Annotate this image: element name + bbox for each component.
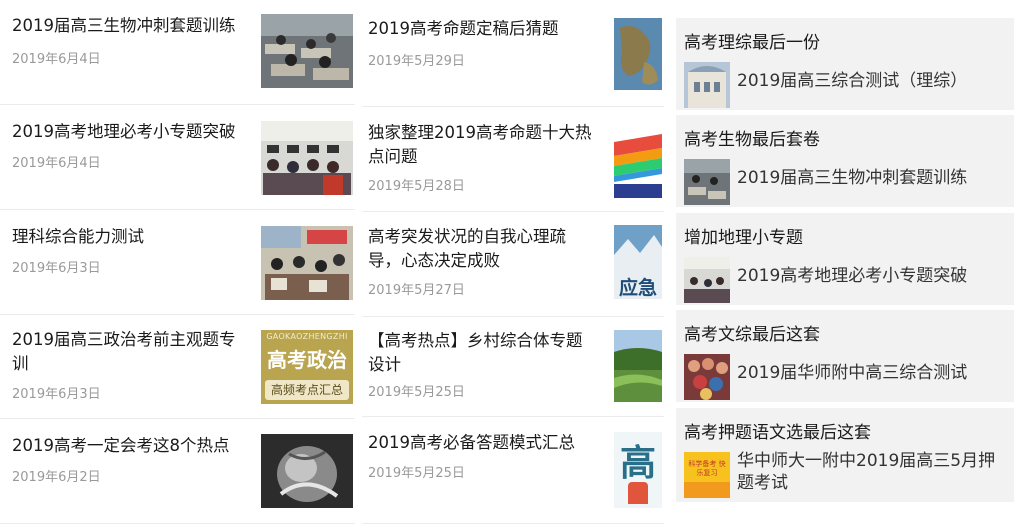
article-date: 2019年6月4日 (12, 52, 101, 67)
banner-top-text: GAOKAOZHENGZHI (266, 332, 348, 341)
card-title: 高考文综最后这套 (684, 325, 820, 345)
article-thumbnail (261, 14, 353, 88)
article-date: 2019年5月25日 (368, 466, 465, 481)
article-date: 2019年5月29日 (368, 54, 465, 69)
card-thumbnail: 科学备考 快乐复习 (684, 452, 730, 498)
card-subtitle: 2019届华师附中高三综合测试 (737, 363, 968, 383)
card-subtitle: 2019高考地理必考小专题突破 (737, 266, 968, 286)
card-subtitle: 华中师大一附中2019届高三5月押题考试 (737, 451, 996, 493)
article-item[interactable]: 2019届高三政治考前主观题专训 2019年6月3日 GAOKAOZHENGZH… (0, 316, 355, 419)
article-item[interactable]: 2019高考地理必考小专题突破 2019年6月4日 (0, 106, 355, 210)
article-thumbnail (261, 434, 353, 508)
card-subtitle: 2019届高三生物冲刺套题训练 (737, 168, 968, 188)
card-title: 高考生物最后套卷 (684, 130, 820, 150)
article-title: 理科综合能力测试 (12, 227, 144, 246)
article-title: 2019高考一定会考这8个热点 (12, 436, 230, 455)
article-title: 【高考热点】乡村综合体专题设计 (368, 331, 583, 374)
featured-cards: 高考理综最后一份 2019届高三综合测试（理综） 高考生物最后套卷 2019届高… (676, 12, 1016, 512)
emergency-thumbnail: 应急 (614, 225, 662, 299)
article-date: 2019年6月3日 (12, 387, 101, 402)
article-list-left: 2019届高三生物冲刺套题训练 2019年6月4日 2019高考地理必考小专题突… (0, 0, 355, 524)
article-item[interactable]: 2019高考必备答题模式汇总 2019年5月25日 高 (362, 418, 664, 524)
card-thumbnail (684, 62, 730, 108)
landscape-thumbnail (614, 330, 662, 402)
featured-card[interactable]: 高考生物最后套卷 2019届高三生物冲刺套题训练 (676, 115, 1014, 207)
featured-card[interactable]: 高考文综最后这套 2019届华师附中高三综合测试 (676, 310, 1014, 402)
emergency-text: 应急 (618, 277, 657, 299)
article-item[interactable]: 理科综合能力测试 2019年6月3日 (0, 211, 355, 315)
article-list-middle: 2019高考命题定稿后猜题 2019年5月29日 独家整理2019高考命题十大热… (362, 0, 664, 524)
article-thumbnail (261, 121, 353, 195)
article-date: 2019年6月2日 (12, 470, 101, 485)
article-title: 2019高考必备答题模式汇总 (368, 433, 575, 452)
article-item[interactable]: 【高考热点】乡村综合体专题设计 2019年5月25日 (362, 318, 664, 417)
card-title: 高考理综最后一份 (684, 33, 820, 53)
article-item[interactable]: 2019高考命题定稿后猜题 2019年5月29日 (362, 0, 664, 107)
card-thumbnail (684, 257, 730, 303)
featured-card[interactable]: 高考理综最后一份 2019届高三综合测试（理综） (676, 18, 1014, 110)
card-subtitle: 2019届高三综合测试（理综） (737, 71, 968, 91)
gao-thumbnail: 高 (614, 432, 662, 508)
article-date: 2019年5月25日 (368, 385, 465, 400)
article-title: 2019高考命题定稿后猜题 (368, 19, 559, 38)
article-item[interactable]: 2019届高三生物冲刺套题训练 2019年6月4日 (0, 0, 355, 105)
article-date: 2019年6月3日 (12, 261, 101, 276)
politics-banner-thumbnail: GAOKAOZHENGZHI 高考政治 高频考点汇总 (261, 330, 353, 404)
article-item[interactable]: 独家整理2019高考命题十大热点问题 2019年5月28日 (362, 108, 664, 212)
article-title: 2019高考地理必考小专题突破 (12, 122, 236, 141)
globe-thumbnail (614, 18, 662, 90)
article-title: 高考突发状况的自我心理疏导，心态决定成败 (368, 227, 566, 270)
card-thumbnail (684, 354, 730, 400)
gao-character: 高 (619, 443, 656, 484)
article-item[interactable]: 高考突发状况的自我心理疏导，心态决定成败 2019年5月27日 应急 (362, 213, 664, 317)
book-cover-text: 科学备考 快乐复习 (688, 460, 726, 477)
card-title: 增加地理小专题 (684, 228, 803, 248)
banner-main-text: 高考政治 (267, 348, 347, 372)
banner-sub-text: 高频考点汇总 (265, 380, 349, 400)
article-date: 2019年6月4日 (12, 156, 101, 171)
article-title: 2019届高三政治考前主观题专训 (12, 330, 236, 373)
article-date: 2019年5月28日 (368, 179, 465, 194)
featured-card[interactable]: 高考押题语文选最后这套 科学备考 快乐复习 华中师大一附中2019届高三5月押题… (676, 408, 1014, 502)
card-title: 高考押题语文选最后这套 (684, 423, 871, 443)
article-thumbnail (261, 226, 353, 300)
diagram-thumbnail (614, 122, 662, 198)
article-title: 独家整理2019高考命题十大热点问题 (368, 123, 592, 166)
article-item[interactable]: 2019高考一定会考这8个热点 2019年6月2日 (0, 420, 355, 524)
article-title: 2019届高三生物冲刺套题训练 (12, 16, 236, 35)
featured-card[interactable]: 增加地理小专题 2019高考地理必考小专题突破 (676, 213, 1014, 305)
card-thumbnail (684, 159, 730, 205)
article-date: 2019年5月27日 (368, 283, 465, 298)
